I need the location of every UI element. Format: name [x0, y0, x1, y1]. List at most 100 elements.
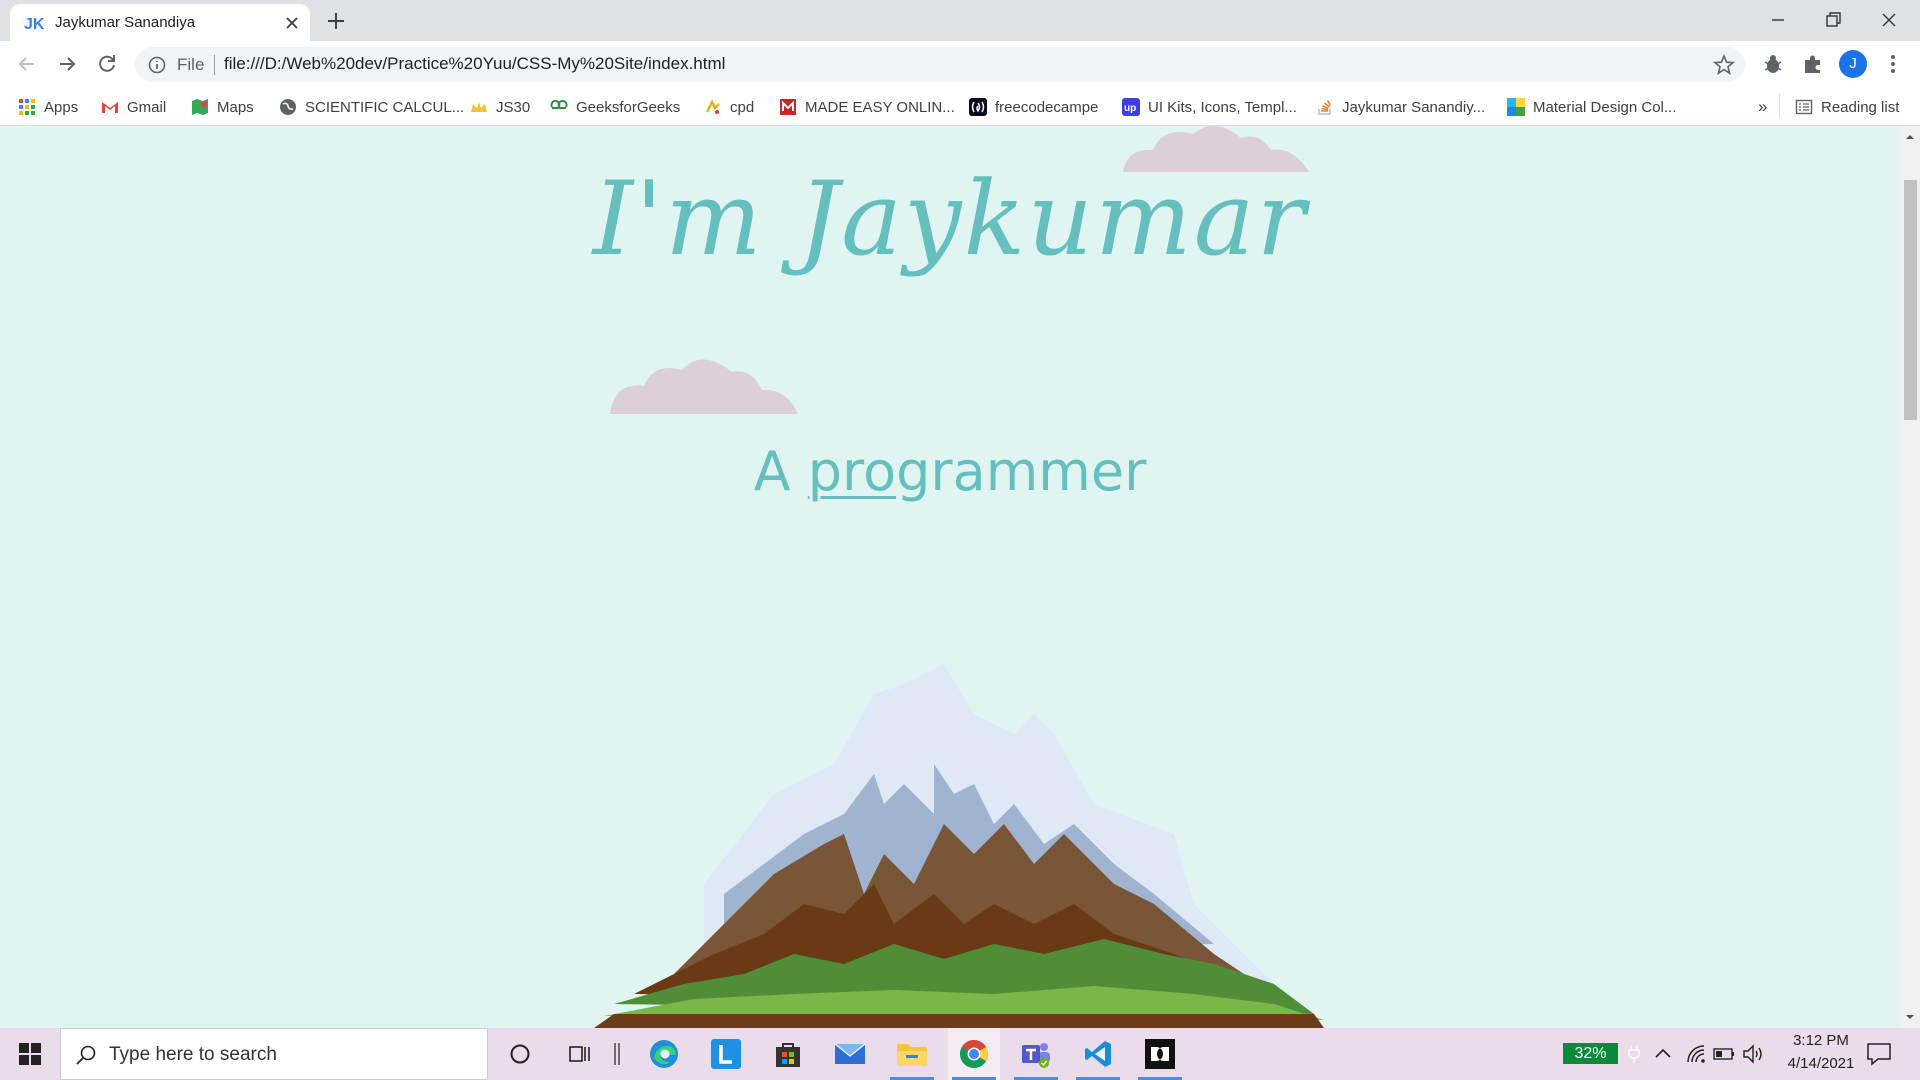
cloud-middle-image [610, 359, 798, 414]
fcc-icon [969, 98, 987, 116]
teams-app[interactable] [1010, 1028, 1062, 1080]
bookmark-scientific-calculator[interactable]: SCIENTIFIC CALCUL... [279, 97, 464, 117]
apps-grid-icon [19, 99, 35, 115]
scroll-up-icon[interactable] [1905, 132, 1915, 142]
gfg-icon [550, 99, 568, 109]
bookmark-cpd[interactable]: cpd [704, 97, 754, 117]
browser-tab[interactable]: JK Jaykumar Sanandiya [10, 4, 310, 41]
maps-icon [192, 99, 208, 115]
dolby-icon [1145, 1039, 1175, 1069]
reading-list-label: Reading list [1821, 98, 1900, 116]
vertical-scrollbar[interactable] [1900, 126, 1920, 1028]
material-icon [1507, 98, 1525, 116]
web-page: I'm Jaykumar A programmer [0, 126, 1900, 1028]
site-info-icon[interactable] [147, 55, 167, 75]
bookmark-label: Apps [44, 98, 79, 116]
cpd-icon [706, 99, 720, 114]
bookmark-label: GeeksforGeeks [576, 98, 681, 116]
taskbar-search-box[interactable]: Type here to search [60, 1028, 488, 1080]
bookmark-label: Maps [217, 98, 254, 116]
bug-extension-icon[interactable] [1760, 51, 1786, 77]
bookmark-js30[interactable]: JS30 [470, 97, 530, 117]
globe-icon [280, 99, 296, 115]
teams-icon [1022, 1043, 1050, 1068]
tab-title: Jaykumar Sanandiya [55, 14, 196, 31]
bookmark-uplabs[interactable]: up UI Kits, Icons, Templ... [1122, 97, 1297, 117]
madeeasy-icon [780, 99, 796, 115]
bookmarks-overflow-button[interactable]: » [1758, 97, 1767, 117]
taskbar-divider [610, 1028, 624, 1080]
forward-arrow-icon[interactable] [54, 51, 80, 77]
l-app-icon [711, 1039, 741, 1069]
new-tab-icon[interactable] [325, 10, 347, 32]
store-bag-icon [776, 1043, 800, 1067]
divider-icon [614, 1043, 620, 1065]
bookmark-maps[interactable]: Maps [191, 97, 254, 117]
hero-title: I'm Jaykumar [592, 160, 1308, 279]
bookmark-gmail[interactable]: Gmail [101, 97, 166, 117]
edge-icon [650, 1040, 678, 1068]
show-hidden-icons-chevron[interactable] [1653, 1044, 1673, 1064]
chrome-app[interactable] [948, 1028, 1000, 1080]
reload-icon[interactable] [94, 51, 120, 77]
cortana-circle-icon [510, 1044, 530, 1064]
battery-level-badge[interactable]: 32% [1563, 1043, 1618, 1064]
bookmark-label: freecodecampe [995, 98, 1099, 116]
bookmark-label: UI Kits, Icons, Templ... [1148, 98, 1297, 116]
edge-app[interactable] [638, 1028, 690, 1080]
address-url[interactable]: file:///D:/Web%20dev/Practice%20Yuu/CSS-… [224, 54, 725, 74]
close-tab-icon[interactable] [282, 13, 302, 33]
reading-list-button[interactable]: Reading list [1795, 97, 1899, 117]
bookmark-geeksforgeeks[interactable]: GeeksforGeeks [550, 97, 680, 117]
profile-avatar[interactable]: J [1839, 50, 1867, 78]
clock-date[interactable]: 4/14/2021 [1776, 1055, 1866, 1072]
jk-favicon-icon: JK [24, 16, 44, 33]
wifi-icon[interactable] [1685, 1043, 1707, 1065]
bookmark-freecodecamp[interactable]: freecodecampe [969, 97, 1098, 117]
back-arrow-icon[interactable] [14, 51, 40, 77]
minimize-icon[interactable] [1766, 8, 1790, 32]
close-window-icon[interactable] [1877, 8, 1901, 32]
mail-app[interactable] [824, 1028, 876, 1080]
store-app[interactable] [762, 1028, 814, 1080]
address-separator [214, 55, 215, 75]
dolby-app[interactable] [1134, 1028, 1186, 1080]
battery-icon[interactable] [1712, 1043, 1736, 1065]
address-scheme: File [177, 55, 205, 74]
menu-kebab-icon[interactable] [1880, 51, 1906, 77]
start-button[interactable] [0, 1028, 60, 1080]
subtitle-link[interactable]: pro [808, 440, 896, 503]
crown-icon [471, 102, 487, 112]
restore-icon[interactable] [1821, 8, 1845, 32]
launcher-app[interactable] [700, 1028, 752, 1080]
stackoverflow-icon [1318, 100, 1332, 115]
bookmark-star-icon[interactable] [1713, 54, 1735, 76]
vscode-app[interactable] [1072, 1028, 1124, 1080]
file-explorer-app[interactable] [886, 1028, 938, 1080]
browser-toolbar: File file:///D:/Web%20dev/Practice%20Yuu… [0, 41, 1920, 88]
cortana-button[interactable] [495, 1028, 545, 1080]
scrollbar-thumb[interactable] [1904, 180, 1917, 420]
extensions-puzzle-icon[interactable] [1800, 51, 1826, 77]
volume-icon[interactable] [1742, 1043, 1766, 1065]
subtitle-rest: grammer [896, 440, 1147, 503]
bookmark-label: SCIENTIFIC CALCUL... [305, 98, 465, 116]
uplabs-icon: up [1122, 98, 1140, 116]
bookmarks-divider [1779, 94, 1780, 118]
task-view-button[interactable] [555, 1028, 605, 1080]
scroll-down-icon[interactable] [1905, 1012, 1915, 1022]
chrome-icon [960, 1040, 988, 1068]
svg-text:up: up [1124, 103, 1136, 114]
reading-list-icon [1795, 99, 1813, 115]
svg-text:JK: JK [24, 16, 44, 33]
bookmark-apps[interactable]: Apps [18, 97, 78, 117]
mountain-illustration [594, 664, 1324, 1028]
bookmark-material-design[interactable]: Material Design Col... [1507, 97, 1676, 117]
notification-center-icon[interactable] [1866, 1042, 1892, 1066]
bookmark-label: JS30 [496, 98, 531, 116]
clock-time[interactable]: 3:12 PM [1776, 1032, 1866, 1049]
address-bar[interactable]: File file:///D:/Web%20dev/Practice%20Yuu… [135, 47, 1745, 82]
bookmark-stackoverflow[interactable]: Jaykumar Sanandiy... [1316, 97, 1485, 117]
bookmark-made-easy[interactable]: MADE EASY ONLIN... [779, 97, 955, 117]
hero-subtitle: A programmer [0, 440, 1900, 503]
